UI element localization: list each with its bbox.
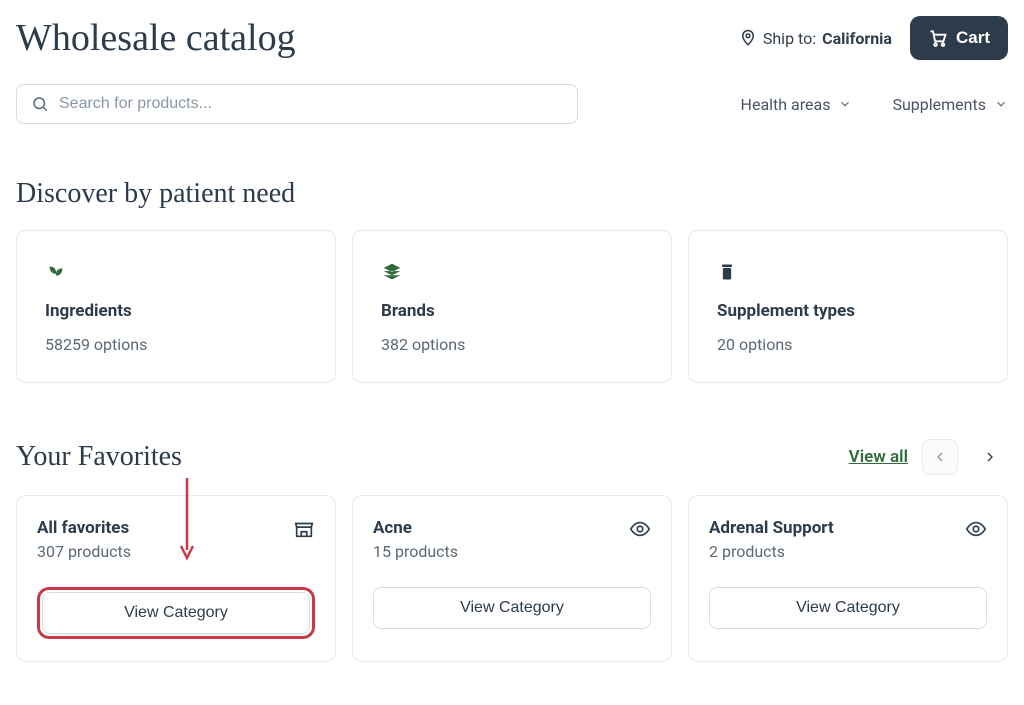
storefront-icon bbox=[293, 518, 315, 540]
page-title: Wholesale catalog bbox=[16, 16, 296, 60]
layers-icon bbox=[381, 261, 643, 283]
highlight-annotation: View Category bbox=[37, 587, 315, 639]
favorite-card-title: All favorites bbox=[37, 518, 131, 538]
eye-icon bbox=[629, 518, 651, 540]
favorite-card-acne: Acne 15 products View Category bbox=[352, 495, 672, 662]
favorites-heading: Your Favorites bbox=[16, 441, 182, 473]
discover-heading: Discover by patient need bbox=[16, 178, 1008, 210]
view-category-button[interactable]: View Category bbox=[373, 587, 651, 629]
search-box[interactable] bbox=[16, 84, 578, 124]
need-card-ingredients[interactable]: Ingredients 58259 options bbox=[16, 230, 336, 383]
need-card-supplement-types[interactable]: Supplement types 20 options bbox=[688, 230, 1008, 383]
nav-health-areas-label: Health areas bbox=[741, 95, 831, 114]
need-card-title: Supplement types bbox=[717, 301, 979, 321]
cart-label: Cart bbox=[956, 28, 990, 48]
eye-icon bbox=[965, 518, 987, 540]
ship-to-selector[interactable]: Ship to: California bbox=[739, 29, 892, 48]
cart-button[interactable]: Cart bbox=[910, 16, 1008, 60]
favorite-card-subtitle: 307 products bbox=[37, 542, 131, 561]
favorite-card-adrenal: Adrenal Support 2 products View Category bbox=[688, 495, 1008, 662]
need-card-subtitle: 20 options bbox=[717, 335, 979, 354]
view-category-button[interactable]: View Category bbox=[709, 587, 987, 629]
carousel-prev-button[interactable] bbox=[922, 439, 958, 475]
need-card-title: Ingredients bbox=[45, 301, 307, 321]
nav-health-areas[interactable]: Health areas bbox=[741, 95, 853, 114]
ship-to-prefix: Ship to: bbox=[763, 29, 816, 48]
view-category-button[interactable]: View Category bbox=[42, 592, 310, 634]
chevron-left-icon bbox=[932, 449, 948, 465]
search-input[interactable] bbox=[59, 95, 563, 113]
favorite-card-title: Adrenal Support bbox=[709, 518, 834, 538]
chevron-down-icon bbox=[838, 97, 852, 111]
favorite-card-title: Acne bbox=[373, 518, 458, 538]
favorite-card-subtitle: 2 products bbox=[709, 542, 834, 561]
nav-supplements-label: Supplements bbox=[892, 95, 986, 114]
search-icon bbox=[31, 95, 49, 113]
seedling-icon bbox=[45, 261, 307, 283]
chevron-down-icon bbox=[994, 97, 1008, 111]
view-all-link[interactable]: View all bbox=[849, 447, 908, 467]
need-card-title: Brands bbox=[381, 301, 643, 321]
cart-icon bbox=[928, 28, 948, 48]
need-card-subtitle: 58259 options bbox=[45, 335, 307, 354]
ship-to-region: California bbox=[822, 29, 892, 48]
favorite-card-all: All favorites 307 products View Category bbox=[16, 495, 336, 662]
carousel-next-button[interactable] bbox=[972, 439, 1008, 475]
chevron-right-icon bbox=[982, 449, 998, 465]
nav-supplements[interactable]: Supplements bbox=[892, 95, 1008, 114]
need-card-subtitle: 382 options bbox=[381, 335, 643, 354]
need-card-brands[interactable]: Brands 382 options bbox=[352, 230, 672, 383]
favorite-card-subtitle: 15 products bbox=[373, 542, 458, 561]
jar-icon bbox=[717, 261, 979, 283]
location-pin-icon bbox=[739, 29, 757, 47]
